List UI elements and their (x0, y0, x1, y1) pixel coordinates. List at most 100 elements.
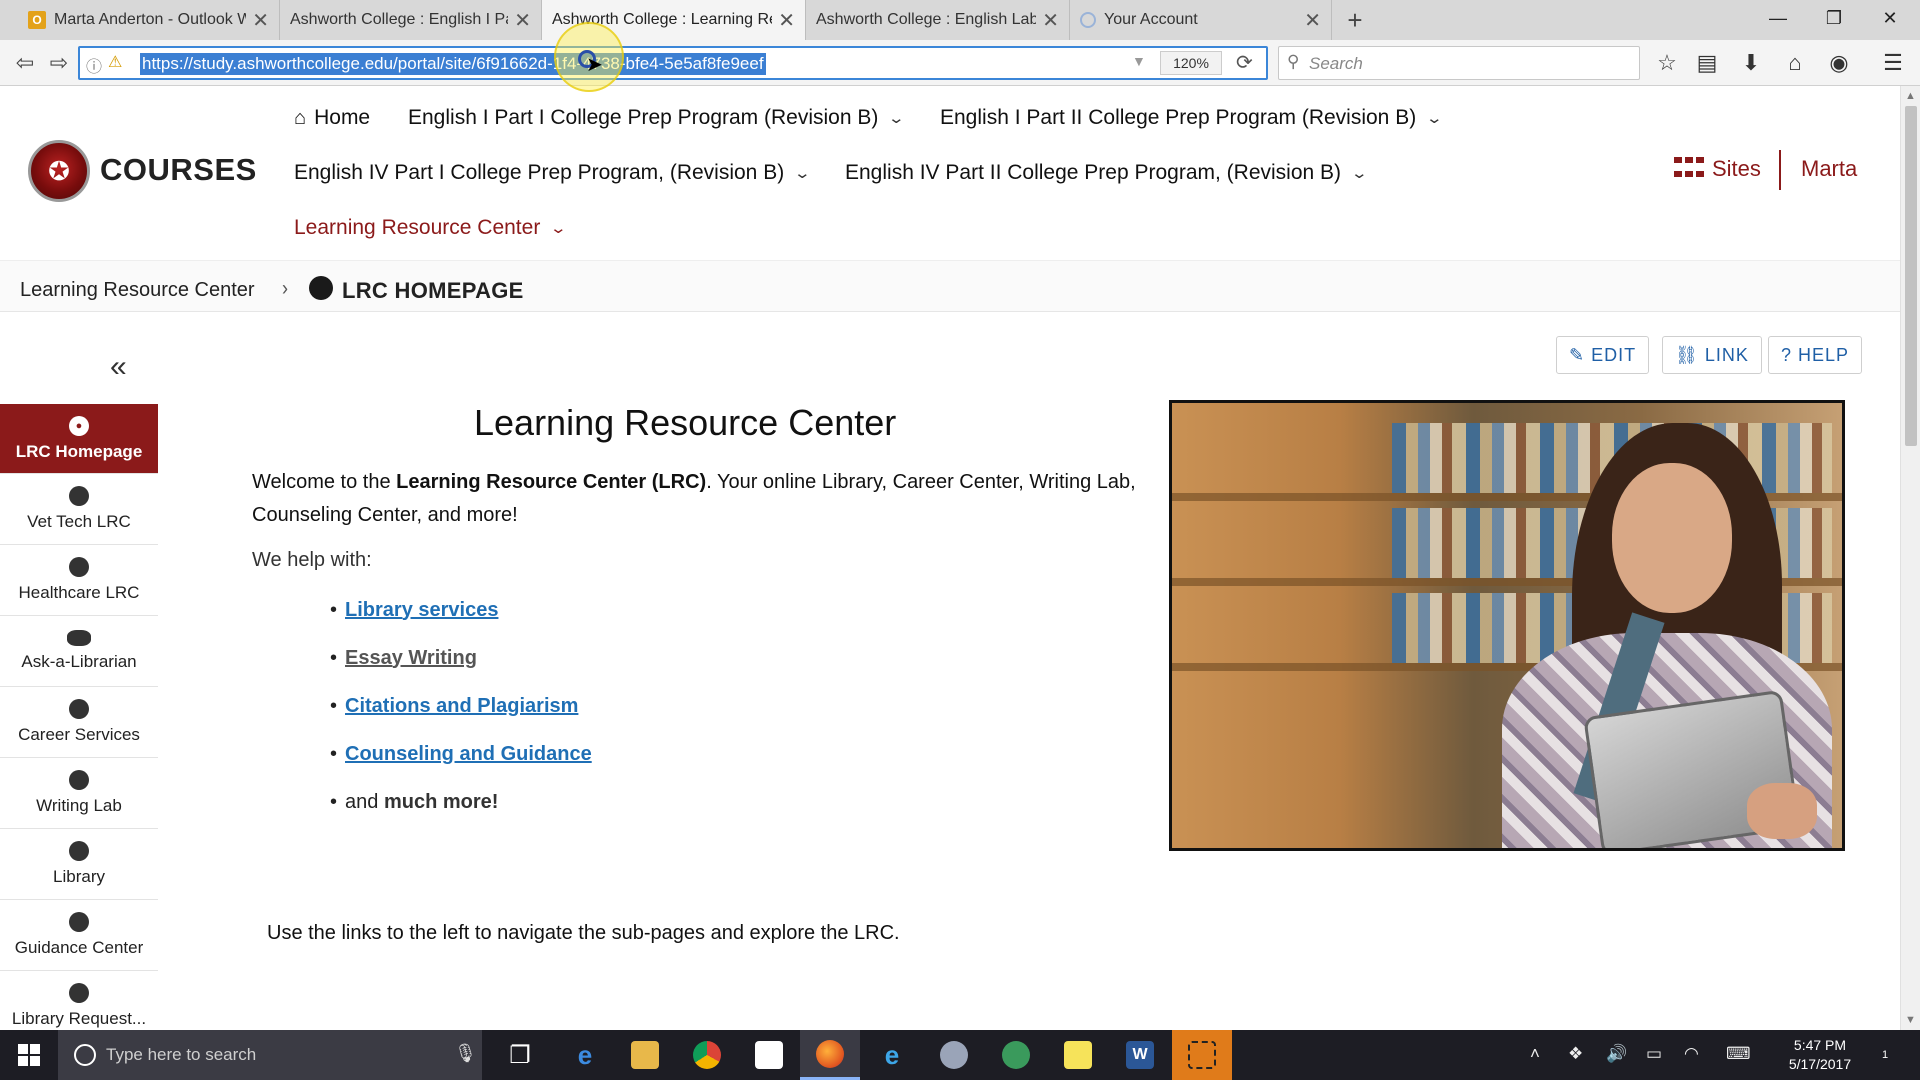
task-view-icon[interactable]: ❐ (490, 1030, 550, 1080)
help-button[interactable]: ? HELP (1768, 336, 1863, 374)
tool-menu-item-ask-a-librarian[interactable]: Ask-a-Librarian (0, 616, 158, 687)
tool-menu-item-lrc-homepage[interactable]: ● LRC Homepage (0, 404, 158, 474)
breadcrumb-parent-link[interactable]: Learning Resource Center (20, 279, 255, 302)
store-icon[interactable] (739, 1030, 799, 1080)
nav-english-iv-part-i[interactable]: English IV Part I College Prep Program, … (294, 161, 811, 185)
url-text[interactable]: https://study.ashworthcollege.edu/portal… (140, 53, 766, 75)
browser-tab-english-i-part[interactable]: Ashworth College : English I Part ✕ (280, 0, 542, 40)
nav-label: English IV Part II College Prep Program,… (845, 161, 1342, 184)
globe-app-icon[interactable] (986, 1030, 1046, 1080)
tool-menu-label: Library (53, 867, 105, 886)
close-window-button[interactable]: ✕ (1862, 0, 1918, 36)
download-icon[interactable]: ⬇ (1734, 48, 1768, 78)
nav-label: Learning Resource Center (294, 216, 541, 239)
tool-menu-item-vet-tech-lrc[interactable]: Vet Tech LRC (0, 474, 158, 545)
tool-menu-item-healthcare-lrc[interactable]: Healthcare LRC (0, 545, 158, 616)
screen-recorder-icon[interactable] (1172, 1030, 1232, 1080)
browser-tab-outlook[interactable]: O Marta Anderton - Outlook W ✕ (18, 0, 280, 40)
edge-icon[interactable]: e (555, 1030, 615, 1080)
tool-menu-item-library[interactable]: Library (0, 829, 158, 900)
dropdown-arrow-icon[interactable]: ▼ (1132, 53, 1146, 69)
tool-menu-label: Career Services (18, 725, 140, 744)
close-icon[interactable]: ✕ (1304, 8, 1321, 33)
home-icon: ⌂ (294, 106, 307, 129)
scroll-down-icon[interactable]: ▼ (1905, 1014, 1916, 1026)
essay-writing-link[interactable]: Essay Writing (345, 647, 477, 670)
tool-menu-item-writing-lab[interactable]: Writing Lab (0, 758, 158, 829)
pocket-icon[interactable]: ◉ (1822, 48, 1856, 78)
bookmark-star-icon[interactable]: ☆ (1650, 48, 1684, 78)
list-item: and much more! (330, 778, 592, 826)
content-title: Learning Resource Center (474, 402, 897, 443)
scroll-up-icon[interactable]: ▲ (1905, 90, 1916, 102)
home-icon[interactable]: ⌂ (1778, 48, 1812, 78)
system-clock[interactable]: 5:47 PM 5/17/2017 (1775, 1036, 1865, 1074)
courses-brand[interactable]: COURSES (100, 152, 257, 188)
close-icon[interactable]: ✕ (1042, 8, 1059, 33)
keyboard-icon[interactable]: ⌨ (1726, 1044, 1751, 1064)
firefox-icon[interactable] (800, 1030, 860, 1080)
close-icon[interactable]: ✕ (252, 8, 269, 33)
new-tab-button[interactable]: + (1340, 0, 1370, 40)
nav-english-iv-part-ii[interactable]: English IV Part II College Prep Program,… (845, 161, 1369, 185)
microphone-icon[interactable]: 🎙 (454, 1043, 477, 1064)
dropbox-icon[interactable]: ❖ (1568, 1044, 1583, 1064)
word-icon[interactable]: W (1110, 1030, 1170, 1080)
nav-label: English I Part II College Prep Program (… (940, 106, 1417, 129)
browser-tab-english-lab[interactable]: Ashworth College : English Lab : ✕ (806, 0, 1070, 40)
snipping-tool-icon[interactable] (924, 1030, 984, 1080)
citations-plagiarism-link[interactable]: Citations and Plagiarism (345, 695, 578, 718)
maximize-button[interactable]: ❐ (1806, 0, 1862, 36)
zoom-level[interactable]: 120% (1160, 51, 1222, 75)
sites-button[interactable]: Sites (1674, 156, 1761, 182)
more-prefix: and (345, 790, 379, 813)
grid-icon (1674, 157, 1704, 181)
link-button[interactable]: ⛓ LINK (1662, 336, 1762, 374)
forward-button[interactable]: ⇨ (44, 48, 74, 78)
nav-learning-resource-center[interactable]: Learning Resource Center ⌄ (294, 216, 567, 240)
battery-icon[interactable]: ▭ (1646, 1044, 1662, 1064)
taskbar-search-box[interactable]: Type here to search 🎙 (58, 1030, 482, 1080)
wifi-icon[interactable]: ◠ (1684, 1044, 1699, 1064)
minimize-button[interactable]: — (1750, 0, 1806, 36)
collapse-menu-icon[interactable]: « (110, 350, 127, 384)
college-seal-logo[interactable]: ✪ (28, 140, 90, 202)
user-menu[interactable]: Marta (1801, 156, 1857, 182)
reading-list-icon[interactable]: ▤ (1690, 48, 1724, 78)
taskbar-search-placeholder: Type here to search (106, 1045, 257, 1064)
library-services-link[interactable]: Library services (345, 599, 498, 622)
chevron-down-icon: ⌄ (1350, 165, 1369, 182)
menu-icon[interactable]: ☰ (1876, 48, 1910, 78)
search-icon: ⚲ (1287, 52, 1300, 71)
counseling-guidance-link[interactable]: Counseling and Guidance (345, 743, 592, 766)
scrollbar-thumb[interactable] (1905, 106, 1917, 446)
start-button[interactable] (0, 1030, 58, 1080)
info-icon[interactable]: ⓘ (86, 53, 102, 77)
notification-center-icon[interactable]: 1 (1868, 1040, 1902, 1070)
volume-icon[interactable]: 🔊 (1606, 1044, 1627, 1064)
close-icon[interactable]: ✕ (514, 8, 531, 33)
nav-english-i-part-ii[interactable]: English I Part II College Prep Program (… (940, 106, 1443, 130)
browser-tab-strip: O Marta Anderton - Outlook W ✕ Ashworth … (0, 0, 1920, 40)
file-explorer-icon[interactable] (615, 1030, 675, 1080)
nav-english-i-part-i[interactable]: English I Part I College Prep Program (R… (408, 106, 905, 130)
reload-icon[interactable]: ⟳ (1236, 50, 1253, 75)
chevron-up-icon[interactable]: ˄ (1530, 1044, 1540, 1064)
sticky-notes-icon[interactable] (1048, 1030, 1108, 1080)
chrome-icon[interactable] (677, 1030, 737, 1080)
search-box[interactable]: ⚲ Search (1278, 46, 1640, 80)
tool-menu: ● LRC Homepage Vet Tech LRC Healthcare L… (0, 404, 158, 1030)
tool-menu-item-guidance-center[interactable]: Guidance Center (0, 900, 158, 971)
nav-label: English I Part I College Prep Program (R… (408, 106, 879, 129)
browser-tab-your-account[interactable]: Your Account ✕ (1070, 0, 1332, 40)
nav-home[interactable]: ⌂ Home (294, 106, 370, 130)
tool-menu-item-career-services[interactable]: Career Services (0, 687, 158, 758)
internet-explorer-icon[interactable]: e (862, 1030, 922, 1080)
address-bar[interactable]: ⓘ ⚠ https://study.ashworthcollege.edu/po… (78, 46, 1268, 80)
edit-button[interactable]: ✎ EDIT (1556, 336, 1650, 374)
tool-menu-item-library-request[interactable]: Library Request... (0, 971, 158, 1030)
close-icon[interactable]: ✕ (778, 8, 795, 33)
back-button[interactable]: ⇦ (10, 48, 40, 78)
warning-icon[interactable]: ⚠ (108, 52, 122, 72)
vertical-scrollbar[interactable]: ▲ ▼ (1900, 86, 1920, 1030)
